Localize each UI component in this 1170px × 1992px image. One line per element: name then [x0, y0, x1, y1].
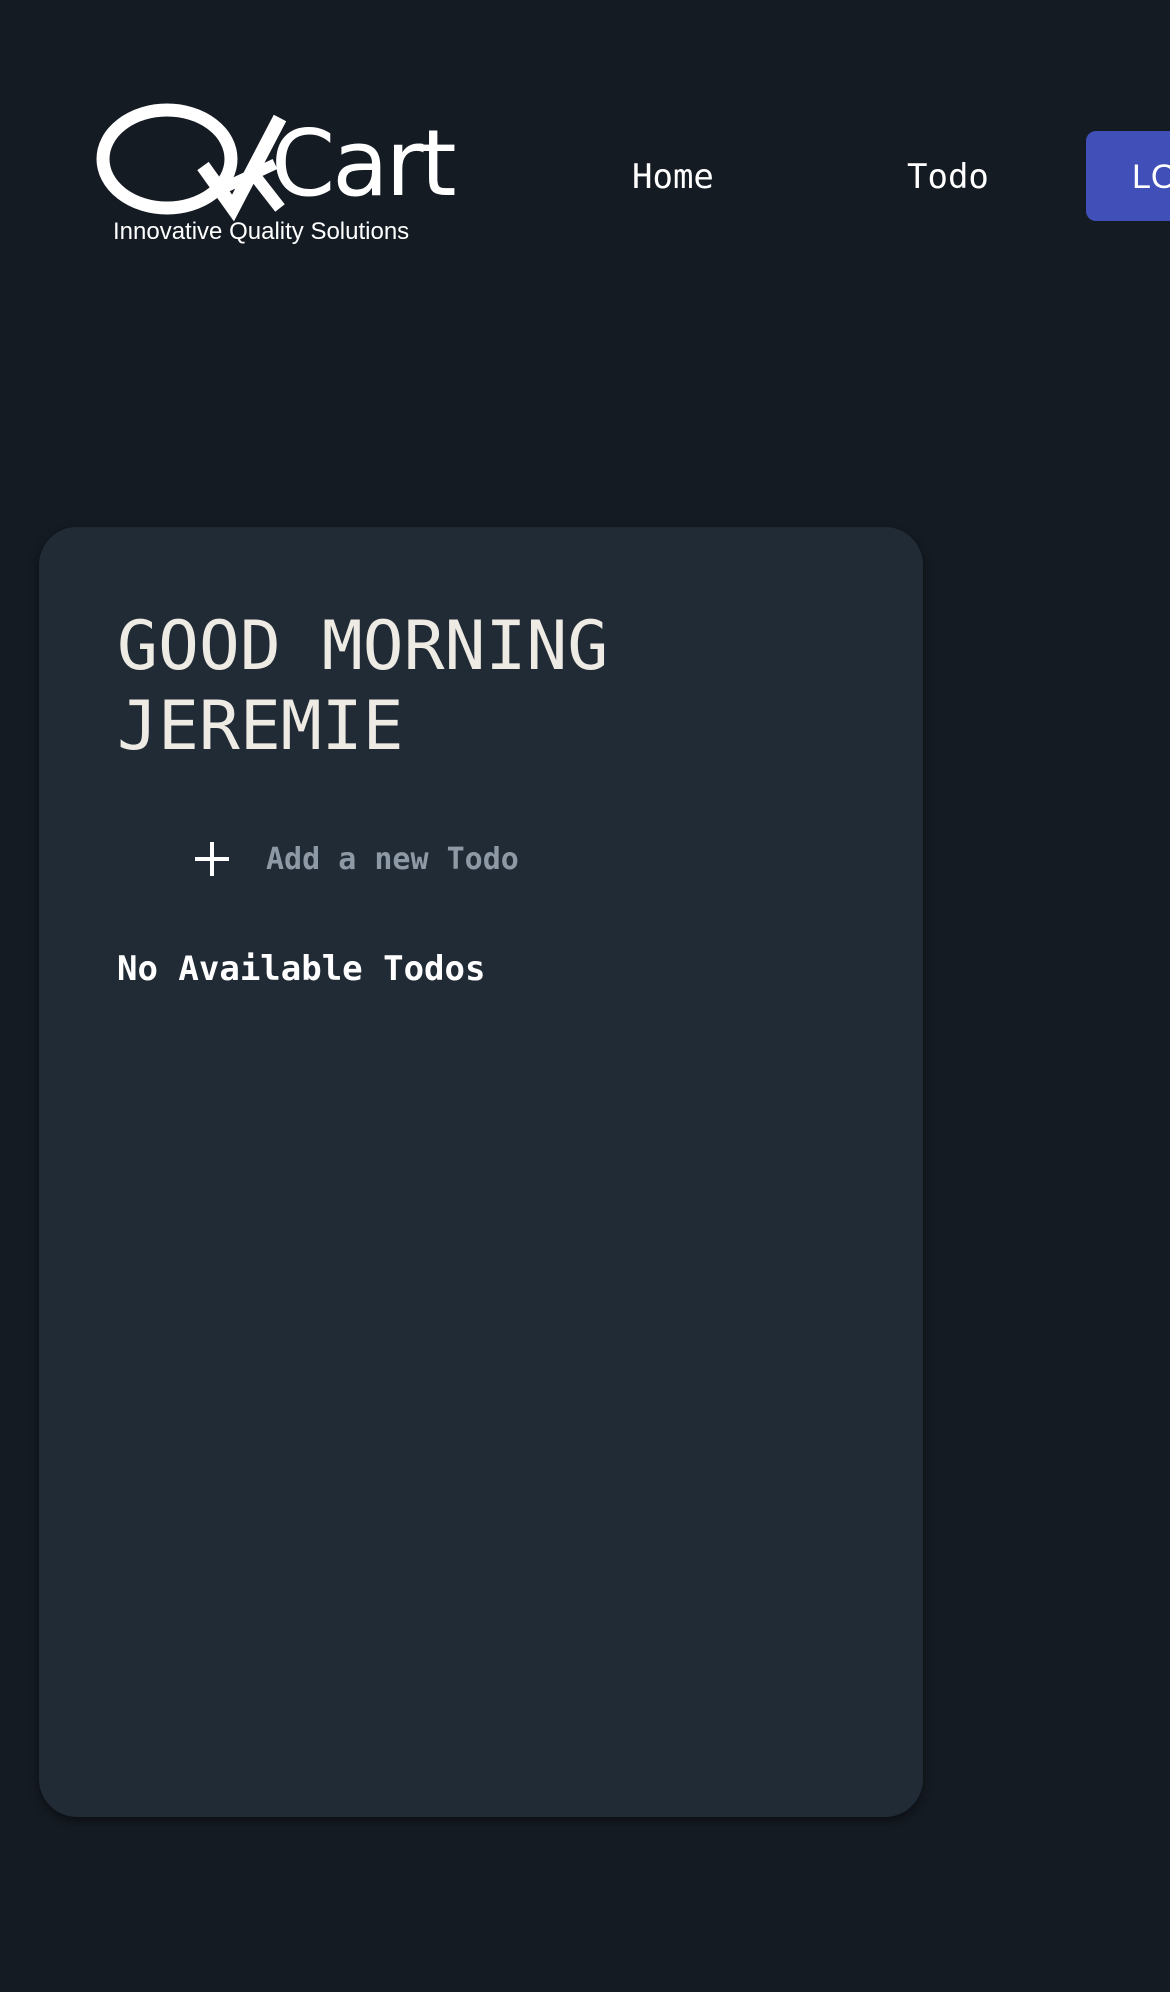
greeting-line-1: GOOD MORNING — [117, 607, 609, 686]
new-todo-input[interactable] — [266, 832, 726, 886]
qacart-logo[interactable]: Cart Innovative Quality Solutions — [95, 103, 465, 254]
nav-link-home[interactable]: Home — [632, 153, 714, 201]
todo-card: GOOD MORNING JEREMIE No Available Todos — [39, 527, 923, 1817]
add-todo-row — [149, 832, 749, 892]
logo-tagline: Innovative Quality Solutions — [113, 218, 410, 245]
top-navigation-bar: Cart Innovative Quality Solutions Home T… — [0, 0, 1170, 300]
greeting-heading: GOOD MORNING JEREMIE — [117, 607, 837, 767]
logout-button[interactable]: LOGOUT — [1086, 131, 1170, 221]
plus-icon[interactable] — [195, 842, 229, 876]
logo-wordmark: Cart — [271, 110, 457, 217]
greeting-name: JEREMIE — [117, 687, 404, 766]
nav-link-todo[interactable]: Todo — [907, 153, 989, 201]
empty-todos-message: No Available Todos — [117, 949, 486, 989]
